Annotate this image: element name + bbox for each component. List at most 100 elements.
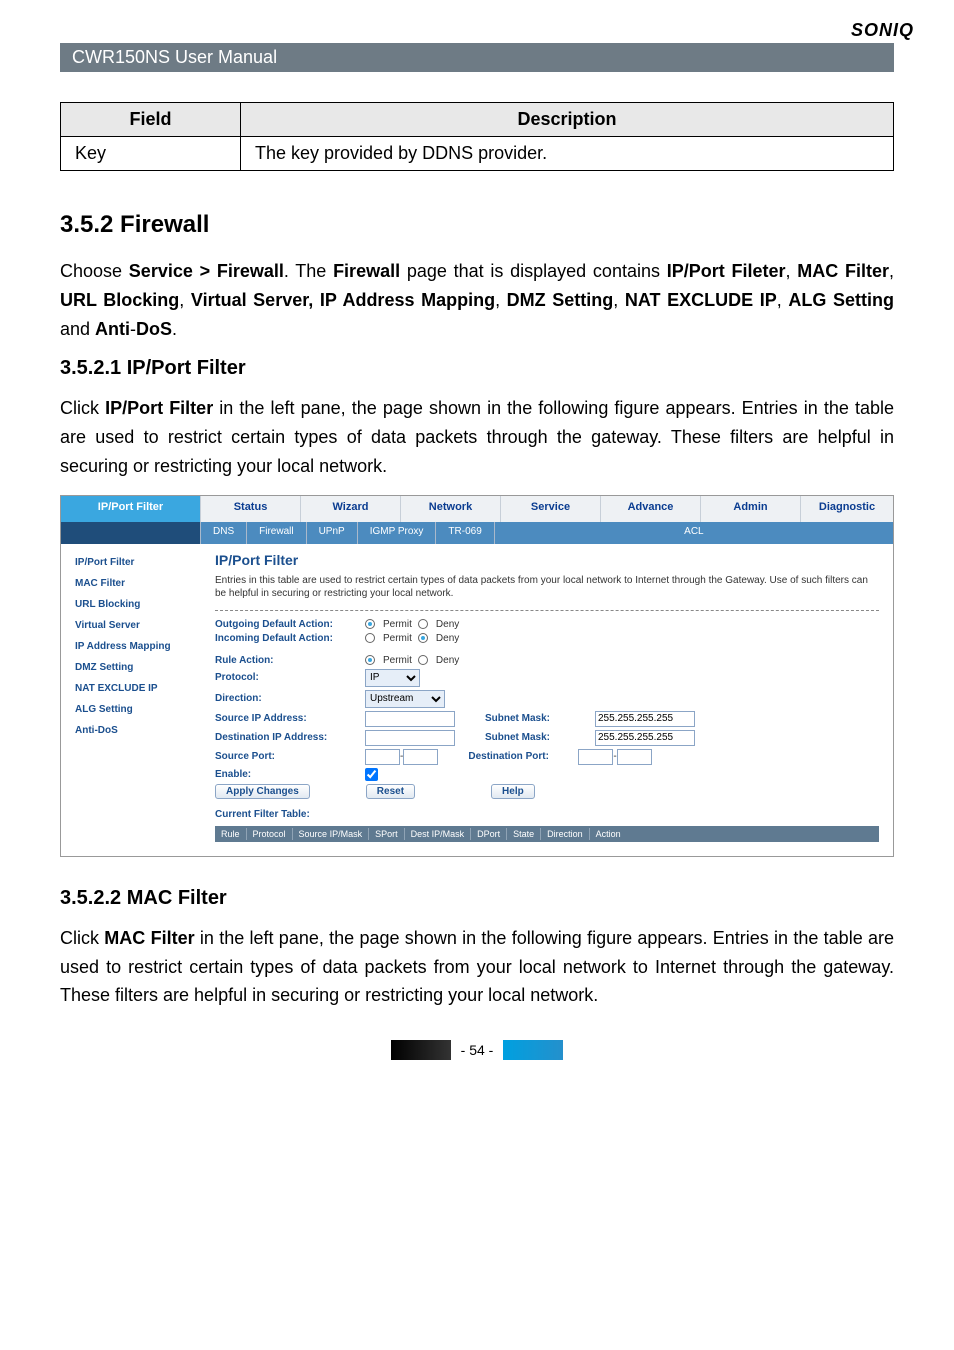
bold-text: MAC Filter <box>797 261 889 281</box>
help-button[interactable]: Help <box>491 784 535 799</box>
table-header-field: Field <box>61 103 241 137</box>
dst-ip-input[interactable] <box>365 730 455 746</box>
radio-deny[interactable] <box>418 619 428 629</box>
subnet-input[interactable] <box>595 711 695 727</box>
subtab-firewall[interactable]: Firewall <box>247 522 306 544</box>
subtab-dns[interactable]: DNS <box>201 522 247 544</box>
subtab-igmp[interactable]: IGMP Proxy <box>358 522 437 544</box>
src-port-b[interactable] <box>403 749 438 765</box>
tab-network[interactable]: Network <box>401 496 501 522</box>
subsection-paragraph: Click IP/Port Filter in the left pane, t… <box>60 394 894 480</box>
sidemenu-nat[interactable]: NAT EXCLUDE IP <box>61 678 201 699</box>
bold-text: URL Blocking <box>60 290 179 310</box>
text: , <box>613 290 625 310</box>
radio-permit[interactable] <box>365 633 375 643</box>
subtab-upnp[interactable]: UPnP <box>307 522 358 544</box>
tab-wizard[interactable]: Wizard <box>301 496 401 522</box>
label-dest-port: Destination Port: <box>468 751 578 762</box>
src-port-a[interactable] <box>365 749 400 765</box>
reset-button[interactable]: Reset <box>366 784 415 799</box>
subnet-input2[interactable] <box>595 730 695 746</box>
text: , <box>777 290 789 310</box>
protocol-select[interactable]: IP <box>365 669 420 687</box>
sidemenu-dmz[interactable]: DMZ Setting <box>61 657 201 678</box>
label-rule-action: Rule Action: <box>215 655 365 666</box>
col-protocol: Protocol <box>247 828 293 840</box>
brand-logo: SONIQ <box>60 20 914 41</box>
page-number-chip: - 54 - <box>60 1040 894 1060</box>
router-screenshot: IP/Port Filter Status Wizard Network Ser… <box>60 495 894 857</box>
src-ip-input[interactable] <box>365 711 455 727</box>
main-pane: IP/Port Filter Entries in this table are… <box>201 544 893 856</box>
enable-checkbox[interactable] <box>365 768 378 781</box>
label-direction: Direction: <box>215 693 365 704</box>
table-row: Key The key provided by DDNS provider. <box>61 137 894 171</box>
pane-title: IP/Port Filter <box>215 552 879 568</box>
desc-cell: The key provided by DDNS provider. <box>241 137 894 171</box>
sidemenu-mac[interactable]: MAC Filter <box>61 573 201 594</box>
dst-port-b[interactable] <box>617 749 652 765</box>
col-destip: Dest IP/Mask <box>405 828 472 840</box>
radio-deny[interactable] <box>418 655 428 665</box>
label-src-ip: Source IP Address: <box>215 713 365 724</box>
field-description-table: Field Description Key The key provided b… <box>60 102 894 171</box>
col-srcip: Source IP/Mask <box>293 828 370 840</box>
col-action: Action <box>590 828 627 840</box>
radio-permit[interactable] <box>365 655 375 665</box>
sidemenu-ipmap[interactable]: IP Address Mapping <box>61 636 201 657</box>
side-menu: IP/Port Filter MAC Filter URL Blocking V… <box>61 544 201 856</box>
bold-text: DMZ Setting <box>507 290 614 310</box>
tab-ipport-filter[interactable]: IP/Port Filter <box>61 496 201 522</box>
radio-label: Deny <box>436 633 459 644</box>
sidemenu-virtual[interactable]: Virtual Server <box>61 615 201 636</box>
bold-text: DoS <box>136 319 172 339</box>
tab-service[interactable]: Service <box>501 496 601 522</box>
label-enable: Enable: <box>215 769 365 780</box>
bold-text: NAT EXCLUDE IP <box>625 290 777 310</box>
subtab-tr069[interactable]: TR-069 <box>436 522 494 544</box>
section-paragraph: Choose Service > Firewall. The Firewall … <box>60 257 894 343</box>
text: . <box>172 319 177 339</box>
subtab-blank <box>61 522 201 544</box>
label-protocol: Protocol: <box>215 672 365 683</box>
subsection-heading-ipport: 3.5.2.1 IP/Port Filter <box>60 357 894 380</box>
label-subnet2: Subnet Mask: <box>485 732 595 743</box>
text: Click <box>60 398 105 418</box>
section-heading-firewall: 3.5.2 Firewall <box>60 211 894 239</box>
apply-button[interactable]: Apply Changes <box>215 784 310 799</box>
bold-text: IP/Port Fileter <box>667 261 786 281</box>
tab-status[interactable]: Status <box>201 496 301 522</box>
radio-label: Deny <box>436 619 459 630</box>
page-chip-right <box>503 1040 563 1060</box>
sidemenu-antidos[interactable]: Anti-DoS <box>61 720 201 741</box>
text: Choose <box>60 261 129 281</box>
tab-admin[interactable]: Admin <box>701 496 801 522</box>
tab-bar-top: IP/Port Filter Status Wizard Network Ser… <box>61 496 893 522</box>
page-number: - 54 - <box>461 1042 494 1058</box>
label-dst-ip: Destination IP Address: <box>215 732 365 743</box>
radio-label: Permit <box>383 655 412 666</box>
col-direction: Direction <box>541 828 590 840</box>
label-src-port: Source Port: <box>215 751 365 762</box>
radio-deny[interactable] <box>418 633 428 643</box>
text: Click <box>60 928 104 948</box>
radio-label: Permit <box>383 633 412 644</box>
bold-text: Service > Firewall <box>129 261 284 281</box>
sidemenu-ipport[interactable]: IP/Port Filter <box>61 552 201 573</box>
direction-select[interactable]: Upstream <box>365 690 445 708</box>
sidemenu-url[interactable]: URL Blocking <box>61 594 201 615</box>
field-cell: Key <box>61 137 241 171</box>
tab-diagnostic[interactable]: Diagnostic <box>801 496 893 522</box>
radio-permit[interactable] <box>365 619 375 629</box>
radio-label: Deny <box>436 655 459 666</box>
pane-desc: Entries in this table are used to restri… <box>215 574 879 600</box>
dst-port-a[interactable] <box>578 749 613 765</box>
table-header-description: Description <box>241 103 894 137</box>
subtab-acl[interactable]: ACL <box>495 522 893 544</box>
tab-advance[interactable]: Advance <box>601 496 701 522</box>
sidemenu-alg[interactable]: ALG Setting <box>61 699 201 720</box>
text: , <box>495 290 507 310</box>
col-rule: Rule <box>215 828 247 840</box>
text: , <box>786 261 798 281</box>
text: , <box>889 261 894 281</box>
